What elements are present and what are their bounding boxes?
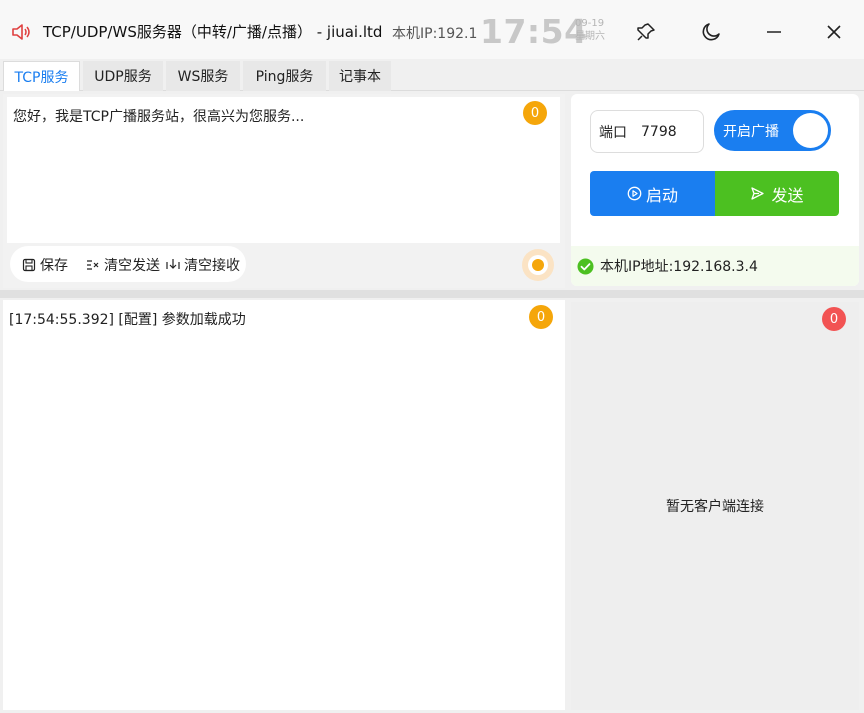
log-count-badge: 0 bbox=[529, 305, 553, 329]
check-circle-icon bbox=[577, 258, 594, 274]
send-button[interactable]: 发送 bbox=[715, 171, 839, 216]
start-button[interactable]: 启动 bbox=[590, 171, 715, 216]
minimize-button[interactable] bbox=[759, 17, 789, 47]
clear-recv-button[interactable]: 清空接收 bbox=[166, 255, 240, 275]
send-count-badge: 0 bbox=[523, 101, 547, 125]
pin-button[interactable] bbox=[631, 17, 661, 47]
tab-notepad[interactable]: 记事本 bbox=[329, 61, 391, 91]
port-label: 端口 bbox=[599, 124, 627, 141]
broadcast-toggle[interactable]: 开启广播 bbox=[714, 110, 831, 151]
close-icon bbox=[827, 25, 841, 39]
panel-separator bbox=[0, 290, 864, 298]
ip-status-text: 本机IP地址:192.168.3.4 bbox=[600, 259, 758, 275]
tab-tcp[interactable]: TCP服务 bbox=[3, 61, 80, 91]
save-label: 保存 bbox=[40, 258, 68, 274]
theme-toggle-button[interactable] bbox=[696, 17, 726, 47]
clear-send-icon bbox=[87, 260, 99, 270]
client-panel: 0 暂无客户端连接 bbox=[571, 302, 859, 710]
pin-icon bbox=[637, 23, 655, 41]
ip-status-bar: 本机IP地址:192.168.3.4 bbox=[571, 246, 859, 286]
send-textarea[interactable]: 您好，我是TCP广播服务站，很高兴为您服务... bbox=[7, 97, 560, 243]
clock: 17:54 bbox=[480, 12, 588, 51]
send-toolbar: 保存 清空发送 清空接收 bbox=[10, 246, 246, 282]
clear-send-button[interactable]: 清空发送 bbox=[86, 255, 160, 275]
save-icon bbox=[22, 258, 36, 272]
start-label: 启动 bbox=[645, 185, 678, 205]
date: 09-19 bbox=[575, 18, 605, 29]
status-indicator bbox=[522, 249, 554, 281]
moon-icon bbox=[702, 23, 720, 41]
broadcast-label: 开启广播 bbox=[723, 124, 779, 140]
client-count-badge: 0 bbox=[822, 307, 846, 331]
close-button[interactable] bbox=[819, 17, 849, 47]
clear-send-label: 清空发送 bbox=[104, 258, 160, 274]
tab-ping[interactable]: Ping服务 bbox=[243, 61, 326, 91]
log-panel[interactable]: [17:54:55.392] [配置] 参数加载成功 0 bbox=[3, 300, 565, 710]
save-button[interactable]: 保存 bbox=[22, 255, 68, 275]
log-line: [17:54:55.392] [配置] 参数加载成功 bbox=[9, 312, 246, 328]
clear-recv-label: 清空接收 bbox=[184, 258, 240, 274]
local-ip-label: 本机IP:192.1 bbox=[392, 26, 478, 42]
minimize-icon bbox=[767, 31, 781, 33]
window-title: TCP/UDP/WS服务器（中转/广播/点播） - jiuai.ltd bbox=[43, 23, 383, 41]
title-bar: TCP/UDP/WS服务器（中转/广播/点播） - jiuai.ltd 本机IP… bbox=[0, 0, 864, 62]
speaker-icon bbox=[10, 22, 32, 42]
no-clients-text: 暂无客户端连接 bbox=[666, 499, 764, 515]
send-panel: 您好，我是TCP广播服务站，很高兴为您服务... 0 保存 清空发送 清空接收 bbox=[3, 94, 565, 288]
control-panel: 端口 7798 开启广播 启动 发送 本机IP地址:192.168.3.4 bbox=[571, 94, 859, 286]
port-field[interactable]: 端口 7798 bbox=[590, 110, 704, 153]
tab-ws[interactable]: WS服务 bbox=[166, 61, 240, 91]
date-block: 09-19 星期六 bbox=[575, 17, 605, 43]
clear-recv-icon bbox=[166, 259, 180, 269]
play-circle-icon bbox=[627, 186, 642, 201]
send-label: 发送 bbox=[771, 185, 804, 205]
port-value[interactable]: 7798 bbox=[641, 124, 677, 140]
weekday: 星期六 bbox=[575, 31, 605, 42]
send-icon bbox=[751, 187, 765, 200]
toggle-knob bbox=[793, 113, 828, 148]
tab-udp[interactable]: UDP服务 bbox=[83, 61, 163, 91]
tab-bar: TCP服务 UDP服务 WS服务 Ping服务 记事本 bbox=[0, 59, 864, 91]
